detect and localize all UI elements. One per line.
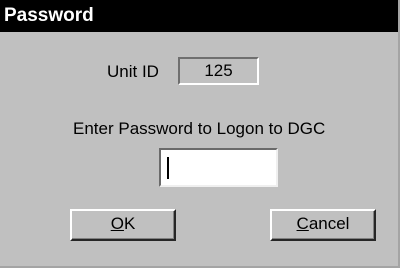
ok-button-mnemonic: O [110, 214, 124, 233]
title-bar[interactable]: Password [0, 0, 398, 32]
dialog-title: Password [4, 5, 94, 26]
ok-button[interactable]: OK [70, 209, 176, 241]
cancel-button[interactable]: Cancel [270, 209, 376, 241]
unit-id-label: Unit ID [107, 62, 159, 81]
unit-id-value: 125 [178, 57, 259, 85]
password-dialog: Password Unit ID 125 Enter Password to L… [0, 0, 400, 268]
cancel-button-label: ancel [308, 214, 350, 233]
cancel-button-mnemonic: C [296, 214, 309, 233]
password-prompt: Enter Password to Logon to DGC [73, 119, 326, 138]
password-input[interactable] [159, 148, 278, 187]
ok-button-label: K [123, 214, 136, 233]
text-caret [167, 157, 169, 179]
